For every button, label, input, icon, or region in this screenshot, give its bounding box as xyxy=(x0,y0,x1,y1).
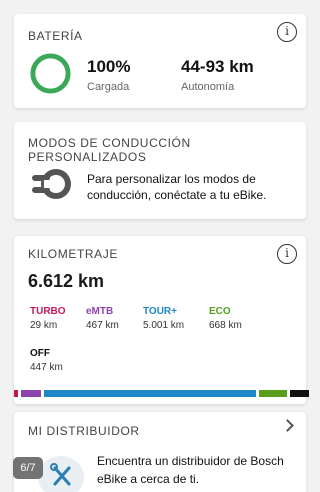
mode-value: 467 km xyxy=(86,320,119,331)
segment-emtb xyxy=(21,390,41,397)
battery-card: BATERÍA i 100% Cargada 44-93 km Autonomí… xyxy=(14,14,306,108)
custom-ride-mode-icon xyxy=(32,169,71,199)
mileage-title: KILOMETRAJE xyxy=(28,247,118,261)
battery-info-icon[interactable]: i xyxy=(277,22,297,42)
mode-value: 29 km xyxy=(30,320,58,331)
segment-eco xyxy=(258,390,287,397)
mode-stat-eco: ECO 668 km xyxy=(209,306,242,331)
battery-charge-label: Cargada xyxy=(87,81,130,93)
battery-range-value: 44-93 km xyxy=(181,57,254,76)
chevron-right-icon[interactable] xyxy=(281,419,294,432)
mileage-distribution-bar xyxy=(14,390,309,397)
mode-stat-turbo: TURBO 29 km xyxy=(30,306,66,331)
mode-name: TURBO xyxy=(30,306,66,317)
mode-stat-emtb: eMTB 467 km xyxy=(86,306,119,331)
mode-stat-tour: TOUR+ 5.001 km xyxy=(143,306,184,331)
mode-name: ECO xyxy=(209,306,231,317)
battery-range: 44-93 km Autonomía xyxy=(181,57,254,93)
mode-value: 5.001 km xyxy=(143,320,185,331)
mode-name: OFF xyxy=(30,348,50,359)
segment-turbo xyxy=(14,390,18,397)
mileage-card: KILOMETRAJE i 6.612 km TURBO 29 km eMTB … xyxy=(14,236,309,404)
custom-modes-message: Para personalizar los modos de conducció… xyxy=(87,172,267,202)
segment-tour xyxy=(43,390,256,397)
mode-stat-off: OFF 447 km xyxy=(30,348,63,373)
mode-name: TOUR+ xyxy=(143,306,177,317)
custom-modes-title: MODOS DE CONDUCCIÓN PERSONALIZADOS xyxy=(28,136,191,164)
battery-ring-icon xyxy=(30,53,71,94)
page-indicator: 6/7 xyxy=(13,457,43,479)
mileage-total: 6.612 km xyxy=(28,271,105,291)
battery-range-label: Autonomía xyxy=(181,81,235,93)
segment-off xyxy=(289,390,309,397)
dealer-message: Encuentra un distribuidor de Bosch eBike… xyxy=(97,454,284,486)
mode-name: eMTB xyxy=(86,306,114,317)
battery-title: BATERÍA xyxy=(28,29,83,43)
mode-value: 447 km xyxy=(30,362,63,373)
dealer-tools-icon xyxy=(38,456,84,492)
mode-value: 668 km xyxy=(209,320,242,331)
dealer-title: MI DISTRIBUIDOR xyxy=(28,424,140,438)
mileage-info-icon[interactable]: i xyxy=(277,244,297,264)
battery-charge-value: 100% xyxy=(87,57,131,76)
battery-charge: 100% Cargada xyxy=(87,57,130,93)
dealer-card[interactable]: MI DISTRIBUIDOR Encuentra un distribuido… xyxy=(14,412,306,492)
custom-modes-card[interactable]: MODOS DE CONDUCCIÓN PERSONALIZADOS Para … xyxy=(14,122,306,219)
